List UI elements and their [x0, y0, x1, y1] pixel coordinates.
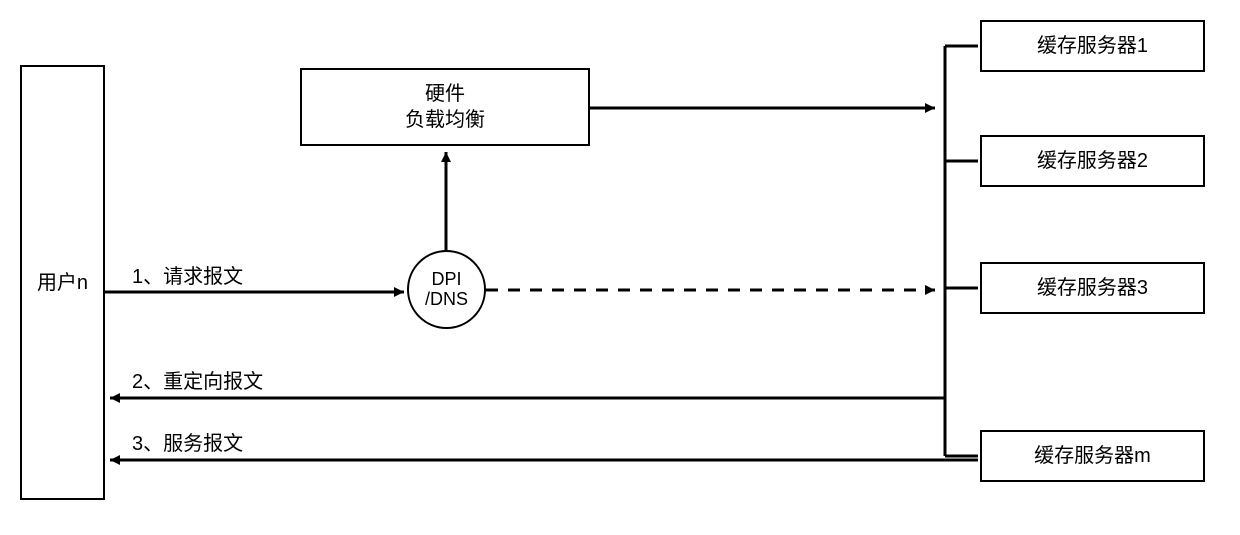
user-label: 用户n	[37, 270, 88, 296]
cache-server-1: 缓存服务器1	[980, 20, 1205, 72]
load-balancer-label: 硬件 负载均衡	[405, 81, 485, 133]
dpi-label: DPI /DNS	[425, 270, 468, 310]
cache-server-m-label: 缓存服务器m	[1034, 443, 1151, 469]
lb-line1: 硬件	[425, 83, 465, 105]
dpi-line1: DPI	[431, 269, 461, 289]
cache-server-3: 缓存服务器3	[980, 262, 1205, 314]
cache-server-2: 缓存服务器2	[980, 135, 1205, 187]
user-node: 用户n	[20, 65, 105, 500]
dpi-dns-node: DPI /DNS	[407, 250, 486, 329]
cache-server-3-label: 缓存服务器3	[1037, 275, 1148, 301]
cache-server-m: 缓存服务器m	[980, 430, 1205, 482]
flow-step-2-label: 2、重定向报文	[130, 365, 265, 394]
flow-step-1-label: 1、请求报文	[130, 260, 245, 289]
flow-step-3-label: 3、服务报文	[130, 427, 245, 456]
lb-line2: 负载均衡	[405, 109, 485, 131]
load-balancer-node: 硬件 负载均衡	[300, 68, 590, 146]
cache-server-1-label: 缓存服务器1	[1037, 33, 1148, 59]
dpi-line2: /DNS	[425, 289, 468, 309]
cache-server-2-label: 缓存服务器2	[1037, 148, 1148, 174]
